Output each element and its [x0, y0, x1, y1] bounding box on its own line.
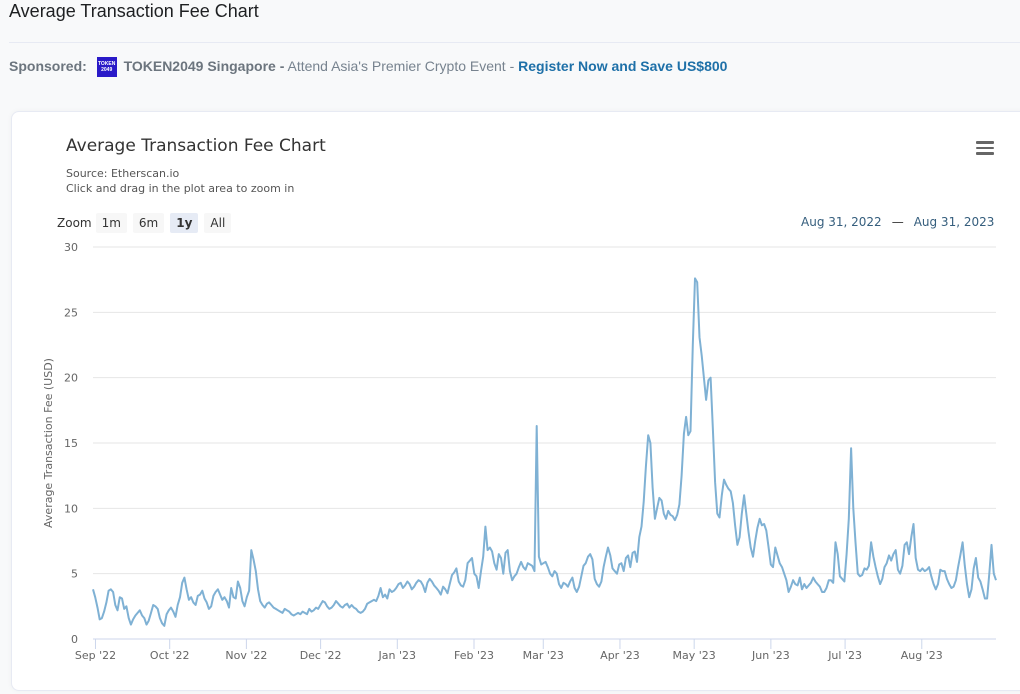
sponsor-cta-link[interactable]: Register Now and Save US$800 [518, 58, 727, 74]
zoom-6m-button[interactable]: 6m [132, 213, 165, 233]
range-to[interactable]: Aug 31, 2023 [914, 215, 995, 229]
date-range: Aug 31, 2022 — Aug 31, 2023 [801, 215, 994, 229]
chart-zoom-hint: Click and drag in the plot area to zoom … [66, 182, 295, 195]
zoom-selector: Zoom 1m 6m 1y All [57, 213, 237, 233]
range-separator: — [891, 215, 904, 229]
range-from[interactable]: Aug 31, 2022 [801, 215, 882, 229]
sponsor-description: Attend Asia's Premier Crypto Event - [284, 58, 519, 74]
zoom-1m-button[interactable]: 1m [95, 213, 127, 233]
chart-subtitle: Source: Etherscan.io Click and drag in t… [66, 166, 294, 196]
token2049-logo-icon: TOKEN 2049 [96, 57, 117, 78]
logo-text-bottom: 2049 [101, 67, 113, 74]
zoom-all-button[interactable]: All [204, 213, 232, 233]
hamburger-menu-icon[interactable] [974, 138, 996, 158]
header-divider [9, 42, 1020, 43]
zoom-1y-button[interactable]: 1y [170, 213, 199, 233]
sponsored-banner: Sponsored: TOKEN 2049 TOKEN2049 Singapore… [9, 57, 727, 78]
zoom-label: Zoom [57, 216, 92, 230]
sponsor-brand: TOKEN2049 Singapore - [123, 58, 285, 74]
page-title: Average Transaction Fee Chart [9, 1, 259, 21]
chart-title: Average Transaction Fee Chart [66, 136, 326, 156]
chart-card [11, 111, 1020, 691]
sponsored-label: Sponsored: [9, 58, 87, 74]
chart-source: Source: Etherscan.io [66, 167, 180, 180]
